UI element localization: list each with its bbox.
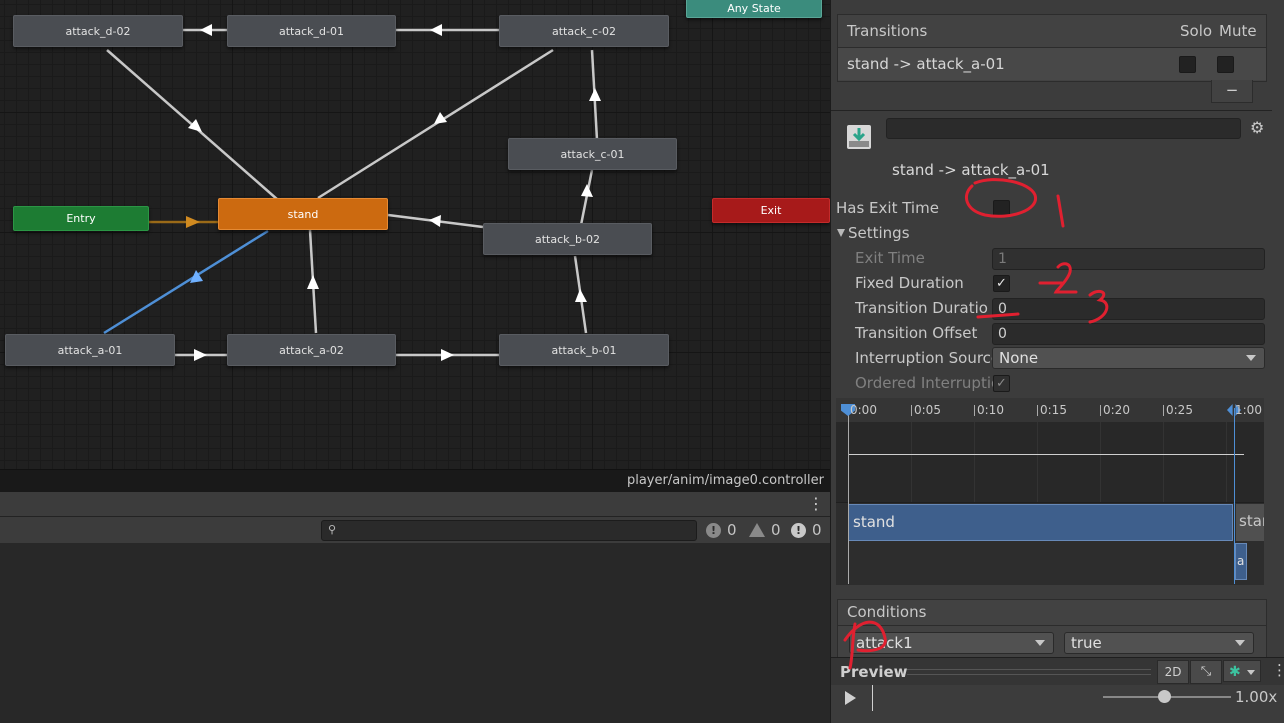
solo-header: Solo bbox=[1180, 22, 1213, 40]
timeline-end-marker bbox=[1234, 408, 1235, 584]
state-attack-a-02[interactable]: attack_a-02 bbox=[227, 334, 396, 366]
transitions-header: Transitions bbox=[847, 22, 928, 40]
gear-icon[interactable]: ⚙ bbox=[1250, 118, 1264, 137]
exit-time-field[interactable]: 1 bbox=[992, 248, 1265, 270]
state-attack-d-01[interactable]: attack_d-01 bbox=[227, 15, 396, 47]
transition-timeline[interactable]: stand star a bbox=[836, 398, 1264, 585]
interruption-source-dropdown[interactable]: None bbox=[992, 347, 1265, 369]
tick-mark bbox=[911, 405, 912, 416]
timeline-curve-area bbox=[836, 422, 1264, 502]
mute-checkbox[interactable] bbox=[1217, 56, 1234, 73]
preview-2d-button[interactable]: 2D bbox=[1157, 660, 1189, 684]
divider bbox=[831, 110, 1284, 111]
tick-mark bbox=[1037, 405, 1038, 416]
transition-name-field[interactable] bbox=[886, 118, 1241, 139]
state-any-state[interactable]: Any State bbox=[686, 0, 822, 18]
fixed-duration-checkbox[interactable]: ✓ bbox=[993, 275, 1010, 292]
has-exit-time-checkbox[interactable] bbox=[993, 200, 1010, 217]
interruption-source-label: Interruption Source bbox=[855, 349, 1001, 367]
tick-mark bbox=[974, 405, 975, 416]
error-icon: ! bbox=[791, 522, 806, 538]
preview-header: Preview 2D ⤡ ✱ ⋮ bbox=[831, 657, 1284, 686]
timeline-curve-line bbox=[848, 454, 1244, 455]
search-icon: ⚲ bbox=[328, 523, 337, 536]
speed-slider-thumb[interactable] bbox=[1158, 690, 1171, 703]
preview-label: Preview bbox=[840, 663, 908, 681]
preview-drag-handle[interactable] bbox=[907, 669, 1151, 675]
timeline-playhead bbox=[848, 408, 849, 584]
dest-state-track[interactable]: a bbox=[1235, 543, 1247, 580]
transition-list-item-label: stand -> attack_a-01 bbox=[847, 55, 1005, 73]
chevron-down-icon bbox=[1246, 355, 1256, 361]
info-icon: ! bbox=[706, 522, 721, 538]
state-attack-d-02[interactable]: attack_d-02 bbox=[13, 15, 183, 47]
source-state-track-next: star bbox=[1236, 504, 1264, 541]
transition-arrows bbox=[103, 24, 601, 361]
exit-time-label: Exit Time bbox=[855, 249, 925, 267]
inspector-panel: Transitions Solo Mute stand -> attack_a-… bbox=[830, 0, 1284, 723]
state-stand[interactable]: stand bbox=[218, 198, 388, 230]
pivot-toggle-icon[interactable]: ⤡ bbox=[1190, 660, 1222, 684]
state-exit[interactable]: Exit bbox=[712, 198, 830, 223]
transition-offset-field[interactable]: 0 bbox=[992, 323, 1265, 345]
state-attack-b-01[interactable]: attack_b-01 bbox=[499, 334, 669, 366]
warning-icon bbox=[749, 523, 765, 537]
controller-path: player/anim/image0.controller bbox=[626, 473, 824, 488]
timeline-tick: 0:20 bbox=[1103, 403, 1130, 417]
conditions-header: Conditions bbox=[847, 603, 927, 621]
animator-graph[interactable]: Any State attack_d-02 attack_d-01 attack… bbox=[0, 0, 830, 469]
console-header: ⋮ bbox=[0, 492, 830, 517]
preview-speed: 1.00x bbox=[1235, 688, 1278, 706]
timeline-tick: 0:10 bbox=[977, 403, 1004, 417]
transition-duration-field[interactable]: 0 bbox=[992, 298, 1265, 320]
avatar-preview-icon[interactable]: ✱ bbox=[1223, 660, 1261, 682]
console-info-toggle[interactable]: ! 0 bbox=[706, 520, 737, 540]
condition-parameter-dropdown[interactable]: attack1 bbox=[849, 632, 1054, 654]
console-error-toggle[interactable]: ! 0 bbox=[791, 520, 822, 540]
timeline-tick: 1:00 bbox=[1235, 403, 1262, 417]
console-log-area[interactable] bbox=[0, 543, 830, 723]
fixed-duration-label: Fixed Duration bbox=[855, 274, 964, 292]
solo-checkbox[interactable] bbox=[1179, 56, 1196, 73]
ordered-interruption-checkbox[interactable]: ✓ bbox=[993, 375, 1010, 392]
tick-mark bbox=[1100, 405, 1101, 416]
ordered-interruption-label: Ordered Interruptio bbox=[855, 374, 1001, 392]
preview-controls: 1.00x bbox=[831, 685, 1284, 723]
conditions-divider bbox=[838, 625, 1266, 626]
timeline-tick: 0:00 bbox=[850, 403, 877, 417]
tick-mark bbox=[1163, 405, 1164, 416]
transitions-list: Transitions Solo Mute stand -> attack_a-… bbox=[837, 14, 1267, 82]
state-attack-c-02[interactable]: attack_c-02 bbox=[499, 15, 669, 47]
transition-duration-label: Transition Duratio bbox=[855, 299, 988, 317]
settings-foldout-icon[interactable] bbox=[837, 229, 845, 237]
transition-offset-label: Transition Offset bbox=[855, 324, 978, 342]
remove-transition-button[interactable]: − bbox=[1211, 80, 1253, 103]
state-attack-c-01[interactable]: attack_c-01 bbox=[508, 138, 677, 170]
timeline-tick: 0:25 bbox=[1166, 403, 1193, 417]
transitions-header-row: Transitions Solo Mute bbox=[838, 15, 1266, 48]
inspector-scrollbar[interactable] bbox=[1272, 0, 1284, 657]
settings-foldout[interactable]: Settings bbox=[848, 224, 910, 242]
mute-header: Mute bbox=[1219, 22, 1257, 40]
kebab-menu-icon[interactable]: ⋮ bbox=[808, 495, 824, 513]
transition-list-item[interactable]: stand -> attack_a-01 bbox=[838, 48, 1266, 80]
chevron-down-icon bbox=[1235, 640, 1245, 646]
console-warning-toggle[interactable]: 0 bbox=[749, 520, 781, 540]
transition-icon bbox=[846, 124, 872, 150]
play-icon[interactable] bbox=[845, 691, 856, 705]
preview-menu-icon[interactable]: ⋮ bbox=[1272, 661, 1284, 679]
has-exit-time-label: Has Exit Time bbox=[836, 199, 939, 217]
console-search-input[interactable]: ⚲ bbox=[321, 520, 697, 541]
timeline-tick: 0:15 bbox=[1040, 403, 1067, 417]
state-attack-a-01[interactable]: attack_a-01 bbox=[5, 334, 175, 366]
controller-path-bar: player/anim/image0.controller bbox=[0, 469, 830, 493]
preview-scrubber[interactable] bbox=[872, 685, 873, 711]
chevron-down-icon bbox=[1035, 640, 1045, 646]
source-state-track[interactable]: stand bbox=[848, 504, 1233, 541]
transition-title: stand -> attack_a-01 bbox=[892, 161, 1050, 179]
condition-value-dropdown[interactable]: true bbox=[1064, 632, 1254, 654]
timeline-tick: 0:05 bbox=[914, 403, 941, 417]
state-entry[interactable]: Entry bbox=[13, 206, 149, 231]
state-attack-b-02[interactable]: attack_b-02 bbox=[483, 223, 652, 255]
